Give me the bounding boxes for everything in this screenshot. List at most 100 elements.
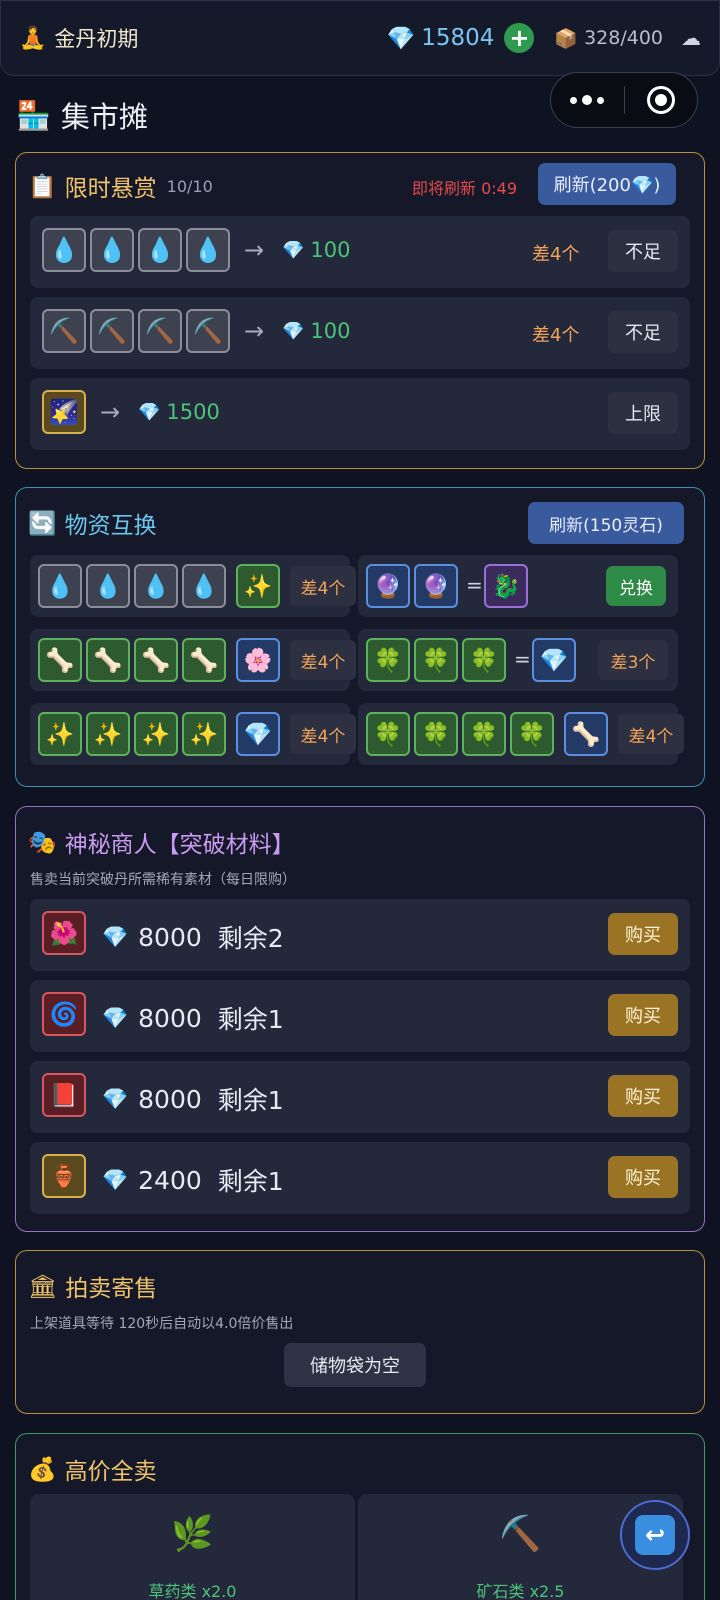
merchant-row: 🌺 💎 8000 剩余2 购买 (30, 899, 690, 971)
reward: 💎 1500 (138, 400, 220, 424)
pickaxe-icon: ⛏️ (42, 309, 86, 353)
page-title: 🏪 集市摊 (16, 94, 148, 136)
urn-icon: 🏺 (42, 1154, 86, 1198)
gem-icon: 💎 (282, 239, 305, 261)
sparkle-icon: ✨ (38, 712, 82, 756)
sparkle-icon: ✨ (134, 712, 178, 756)
clover-icon: 🍀 (462, 712, 506, 756)
merchant-row: 🏺 💎 2400 剩余1 购买 (30, 1142, 690, 1214)
gem-icon: 💎 (102, 1167, 129, 1192)
bone-icon: 🦴 (564, 712, 608, 756)
shortage-label: 差4个 (532, 244, 580, 265)
sparkle-icon: ✨ (86, 712, 130, 756)
cloud-icon[interactable]: ☁ (681, 26, 701, 50)
merchant-row: 📕 💎 8000 剩余1 购买 (30, 1061, 690, 1133)
diamond-icon: 💎 (532, 638, 576, 682)
equals-sign: = (466, 573, 483, 597)
buy-button[interactable]: 购买 (608, 1075, 678, 1117)
miniprogram-capsule (550, 72, 698, 128)
exchange-refresh-button[interactable]: 刷新(150灵石) (528, 502, 684, 544)
equals-sign: = (514, 647, 531, 671)
bag-icon: 📦 (554, 27, 579, 50)
exchange-section: 🔄 物资互换 刷新(150灵石) 💧 💧 💧 💧 ✨ 差4个 🔮 🔮 = 🐉 兑… (15, 487, 705, 787)
crystal-ball-icon: 🔮 (366, 564, 410, 608)
gem-icon: 💎 (102, 1005, 129, 1030)
submit-bounty-button[interactable]: 不足 (608, 230, 678, 272)
clipboard-icon: 📋 (28, 173, 57, 200)
realm-label: 金丹初期 (54, 27, 139, 51)
remaining-stock: 剩余2 (217, 924, 284, 953)
price-amount: 8000 (138, 1003, 202, 1033)
pickaxe-icon: ⛏️ (90, 309, 134, 353)
arrow-icon: → (244, 236, 265, 264)
remaining-stock: 剩余1 (217, 1086, 284, 1115)
reward-amount: 100 (310, 319, 351, 343)
gem-balance: 💎 15804 (387, 25, 495, 52)
add-gems-button[interactable]: + (504, 23, 535, 53)
water-drop-icon: 💧 (186, 228, 230, 272)
auction-description: 上架道具等待 120秒后自动以4.0倍价售出 (30, 1316, 294, 1332)
exchange-title: 物资互换 (64, 513, 157, 539)
water-drop-icon: 💧 (182, 564, 226, 608)
reward: 💎 100 (282, 238, 351, 262)
bounty-title: 限时悬赏 (64, 176, 157, 202)
remaining-stock: 剩余1 (217, 1167, 284, 1196)
bounty-refresh-button[interactable]: 刷新(200💎) (538, 163, 676, 205)
clover-icon: 🍀 (366, 638, 410, 682)
shortage-label: 差4个 (290, 640, 356, 680)
arrow-icon: → (100, 398, 121, 426)
meditation-icon: 🧘 (19, 25, 47, 51)
bone-icon: 🦴 (86, 638, 130, 682)
water-drop-icon: 💧 (90, 228, 134, 272)
more-menu-button[interactable] (551, 95, 624, 105)
sell-header: 💰 高价全卖 (28, 1452, 157, 1486)
arrow-icon: → (244, 317, 265, 345)
exchange-card: 🔮 🔮 = 🐉 兑换 (358, 555, 678, 617)
price-amount: 2400 (138, 1165, 202, 1195)
crystal-ball-icon: 🔮 (414, 564, 458, 608)
dot-icon (570, 96, 578, 104)
sell-category-herbs[interactable]: 🌿 草药类 x2.0 (30, 1494, 355, 1600)
submit-bounty-button[interactable]: 上限 (608, 392, 678, 434)
water-drop-icon: 💧 (134, 564, 178, 608)
vortex-icon: 🌀 (42, 992, 86, 1036)
hibiscus-icon: 🌺 (42, 911, 86, 955)
return-arrow-icon: ↩ (635, 1515, 675, 1555)
clover-icon: 🍀 (462, 638, 506, 682)
bounty-section: 📋 限时悬赏 10/10 即将刷新 0:49 刷新(200💎) 💧 💧 💧 💧 … (15, 152, 705, 469)
water-drop-icon: 💧 (138, 228, 182, 272)
gem-icon: 💎 (138, 401, 161, 423)
buy-button[interactable]: 购买 (608, 994, 678, 1036)
reward-amount: 1500 (166, 400, 220, 424)
merchant-section: 🎭 神秘商人【突破材料】 售卖当前突破丹所需稀有素材（每日限购） 🌺 💎 800… (15, 806, 705, 1232)
shortage-label: 差4个 (618, 714, 684, 754)
exchange-header: 🔄 物资互换 (28, 506, 157, 540)
masks-icon: 🎭 (28, 829, 57, 856)
return-button[interactable]: ↩ (620, 1500, 690, 1570)
exchange-button[interactable]: 兑换 (606, 566, 666, 606)
bounty-header: 📋 限时悬赏 10/10 (28, 169, 213, 203)
exchange-card: 💧 💧 💧 💧 ✨ 差4个 (30, 555, 356, 617)
submit-bounty-button[interactable]: 不足 (608, 311, 678, 353)
cherry-blossom-icon: 🌸 (236, 638, 280, 682)
sparkle-icon: ✨ (182, 712, 226, 756)
merchant-title: 神秘商人【突破材料】 (64, 832, 295, 858)
price: 💎 2400 剩余1 (102, 1162, 284, 1198)
dot-icon (597, 96, 605, 104)
empty-bag-button[interactable]: 储物袋为空 (284, 1343, 426, 1387)
clover-icon: 🍀 (414, 638, 458, 682)
reward-amount: 100 (310, 238, 351, 262)
water-drop-icon: 💧 (42, 228, 86, 272)
exchange-card: ✨ ✨ ✨ ✨ 💎 差4个 (30, 703, 356, 765)
herb-icon: 🌿 (171, 1514, 214, 1554)
close-miniprogram-button[interactable] (625, 86, 698, 114)
price: 💎 8000 剩余2 (102, 919, 284, 955)
exchange-card: 🦴 🦴 🦴 🦴 🌸 差4个 (30, 629, 356, 691)
gem-icon: 💎 (102, 1086, 129, 1111)
money-bag-icon: 💰 (28, 1456, 57, 1483)
buy-button[interactable]: 购买 (608, 913, 678, 955)
clover-icon: 🍀 (414, 712, 458, 756)
bounty-row: 💧 💧 💧 💧 → 💎 100 差4个 不足 (30, 216, 690, 288)
sell-category-label: 矿石类 x2.5 (476, 1582, 565, 1600)
buy-button[interactable]: 购买 (608, 1156, 678, 1198)
